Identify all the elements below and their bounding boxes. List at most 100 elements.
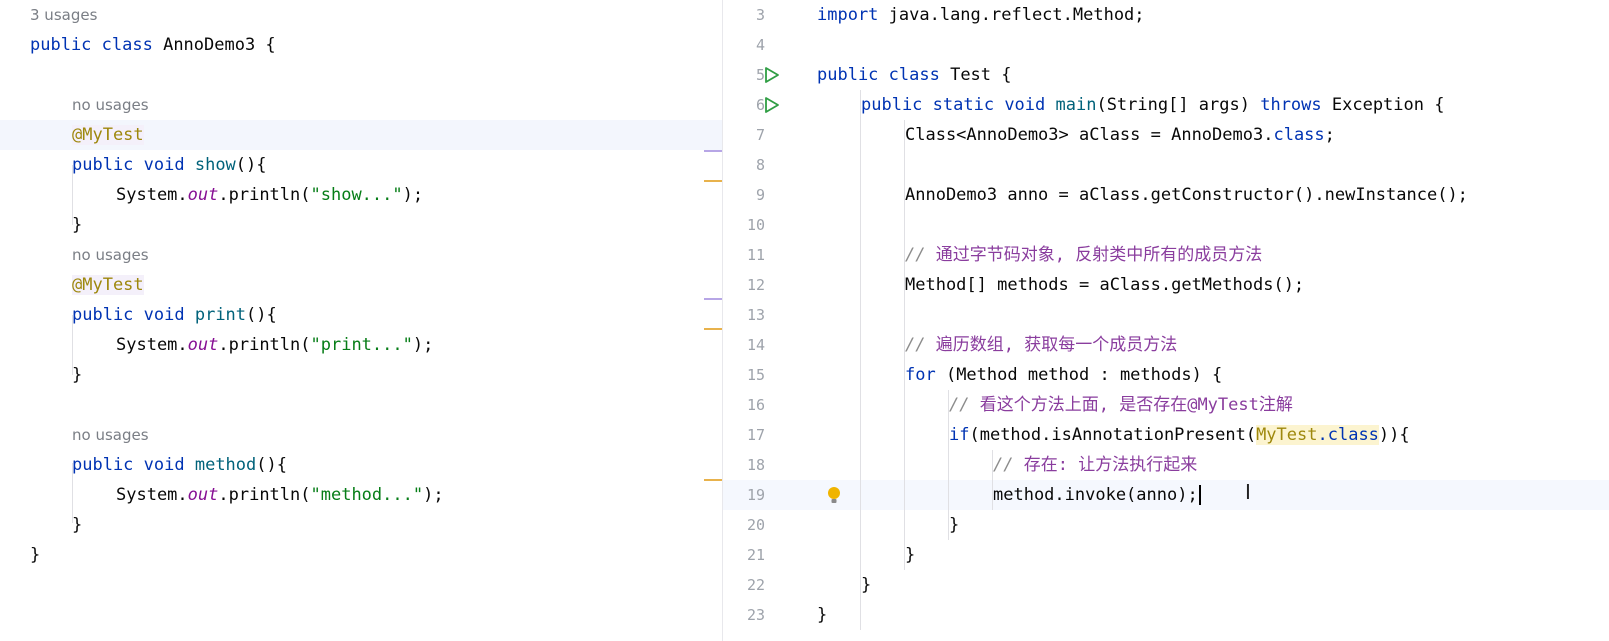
statement-line[interactable]: System.out.println("print..."); xyxy=(0,330,722,360)
code-token: // xyxy=(949,395,980,415)
code-token: main xyxy=(1055,95,1097,115)
code-token: public xyxy=(72,305,144,325)
code-token: System. xyxy=(116,335,188,355)
line-number: 14 xyxy=(746,336,765,354)
code-text: if(method.isAnnotationPresent(MyTest.cla… xyxy=(949,420,1410,450)
brace-line[interactable]: } xyxy=(0,510,722,540)
code-line[interactable]: 17 if(method.isAnnotationPresent(MyTest.c… xyxy=(723,420,1609,450)
line-number: 8 xyxy=(755,156,765,174)
code-line[interactable]: 19 method.invoke(anno); I xyxy=(723,480,1609,510)
code-line[interactable]: 4 xyxy=(723,30,1609,60)
code-text: System.out.println("method..."); xyxy=(116,480,444,510)
code-token: (){ xyxy=(256,455,287,475)
line-number: 16 xyxy=(746,396,765,414)
code-line[interactable]: 16 // 看这个方法上面, 是否存在@MyTest注解 xyxy=(723,390,1609,420)
error-stripe-marker[interactable] xyxy=(704,479,722,481)
brace-line[interactable]: } xyxy=(0,540,722,570)
error-stripe-marker[interactable] xyxy=(704,180,722,182)
error-stripe-marker[interactable] xyxy=(704,150,722,152)
code-text: method.invoke(anno); xyxy=(993,480,1201,510)
code-line[interactable]: 18 // 存在: 让方法执行起来 xyxy=(723,450,1609,480)
line-number: 4 xyxy=(755,36,765,54)
line-number: 18 xyxy=(746,456,765,474)
code-token: } xyxy=(72,215,83,235)
code-line[interactable]: 12 Method[] methods = aClass.getMethods()… xyxy=(723,270,1609,300)
statement-line[interactable]: System.out.println("method..."); xyxy=(0,480,722,510)
right-editor-pane[interactable]: 3 import java.lang.reflect.Method; 4 5 publi… xyxy=(722,0,1609,641)
code-line[interactable]: 5 public class Test { xyxy=(723,60,1609,90)
code-line[interactable]: 21} xyxy=(723,540,1609,570)
code-token: void xyxy=(143,155,195,175)
code-text: // 存在: 让方法执行起来 xyxy=(993,450,1197,480)
code-token: (Method method : methods) { xyxy=(945,365,1223,385)
line-number: 12 xyxy=(746,276,765,294)
code-text: @MyTest xyxy=(72,270,144,300)
code-token: MyTest xyxy=(1256,425,1318,445)
code-token: java.lang.reflect.Method; xyxy=(888,5,1145,25)
statement-line[interactable]: System.out.println("show..."); xyxy=(0,180,722,210)
line-number: 20 xyxy=(746,516,765,534)
code-line[interactable]: 6 public static void main(String[] args) … xyxy=(723,90,1609,120)
code-text: AnnoDemo3 anno = aClass.getConstructor()… xyxy=(905,180,1468,210)
class-declaration[interactable]: public class AnnoDemo3 { xyxy=(0,30,722,60)
code-token: ); xyxy=(423,485,444,505)
line-number: 3 xyxy=(755,6,765,24)
method-declaration[interactable]: public void show(){ xyxy=(0,150,722,180)
run-gutter-icon[interactable] xyxy=(763,66,781,84)
code-token: public xyxy=(861,95,933,115)
method-declaration[interactable]: public void method(){ xyxy=(0,450,722,480)
code-text: // 通过字节码对象, 反射类中所有的成员方法 xyxy=(905,240,1262,270)
code-token: class xyxy=(101,35,164,55)
code-token: void xyxy=(143,455,195,475)
usages-hint[interactable]: 3 usages xyxy=(0,0,722,30)
code-text: import java.lang.reflect.Method; xyxy=(817,0,1145,30)
code-token: public xyxy=(30,35,102,55)
code-line[interactable]: 7 Class<AnnoDemo3> aClass = AnnoDemo3.cla… xyxy=(723,120,1609,150)
code-token: Test { xyxy=(950,65,1012,85)
left-editor-pane[interactable]: 3 usages public class AnnoDemo3 { no usage… xyxy=(0,0,722,641)
code-token: "show..." xyxy=(310,185,403,205)
usages-inlay-hint: no usages xyxy=(72,246,149,264)
code-line[interactable]: 13 xyxy=(723,300,1609,330)
code-line[interactable]: 20} xyxy=(723,510,1609,540)
brace-line[interactable]: } xyxy=(0,210,722,240)
code-text: public void show(){ xyxy=(72,150,267,180)
code-token: } xyxy=(817,605,828,625)
code-token: } xyxy=(949,515,960,535)
code-line[interactable]: 8 xyxy=(723,150,1609,180)
usages-hint[interactable]: no usages xyxy=(0,420,722,450)
code-line[interactable]: 23} xyxy=(723,600,1609,630)
indent-guide xyxy=(904,120,905,570)
code-token: )){ xyxy=(1378,425,1410,445)
line-number: 19 xyxy=(746,486,765,504)
code-token: 注解 xyxy=(1258,395,1293,415)
code-token: Method[] methods = aClass.getMethods(); xyxy=(905,275,1305,295)
code-token: out xyxy=(187,185,219,205)
annotation-line[interactable]: @MyTest xyxy=(0,270,722,300)
error-stripe-marker[interactable] xyxy=(704,328,722,330)
code-line[interactable]: 10 xyxy=(723,210,1609,240)
code-line[interactable]: 3 import java.lang.reflect.Method; xyxy=(723,0,1609,30)
code-token: @MyTest xyxy=(72,275,144,295)
intention-bulb-icon[interactable] xyxy=(825,485,843,505)
code-line[interactable]: 14 // 遍历数组, 获取每一个成员方法 xyxy=(723,330,1609,360)
error-stripe-marker[interactable] xyxy=(704,298,722,300)
code-token: static xyxy=(932,95,1005,115)
line-number: 9 xyxy=(755,186,765,204)
method-declaration[interactable]: public void print(){ xyxy=(0,300,722,330)
code-line[interactable]: 22} xyxy=(723,570,1609,600)
usages-hint[interactable]: no usages xyxy=(0,90,722,120)
code-text: // 遍历数组, 获取每一个成员方法 xyxy=(905,330,1177,360)
code-token: out xyxy=(187,485,219,505)
run-gutter-icon[interactable] xyxy=(763,96,781,114)
code-line[interactable]: 9 AnnoDemo3 anno = aClass.getConstructor(… xyxy=(723,180,1609,210)
usages-hint[interactable]: no usages xyxy=(0,240,722,270)
code-token: class xyxy=(1273,125,1325,145)
brace-line[interactable]: } xyxy=(0,360,722,390)
code-line[interactable]: 11 // 通过字节码对象, 反射类中所有的成员方法 xyxy=(723,240,1609,270)
code-token: if xyxy=(949,425,970,445)
code-line[interactable]: 15 for (Method method : methods) { xyxy=(723,360,1609,390)
code-token: method xyxy=(194,455,257,475)
code-token: class xyxy=(1327,425,1379,445)
annotation-line[interactable]: @MyTest xyxy=(0,120,722,150)
